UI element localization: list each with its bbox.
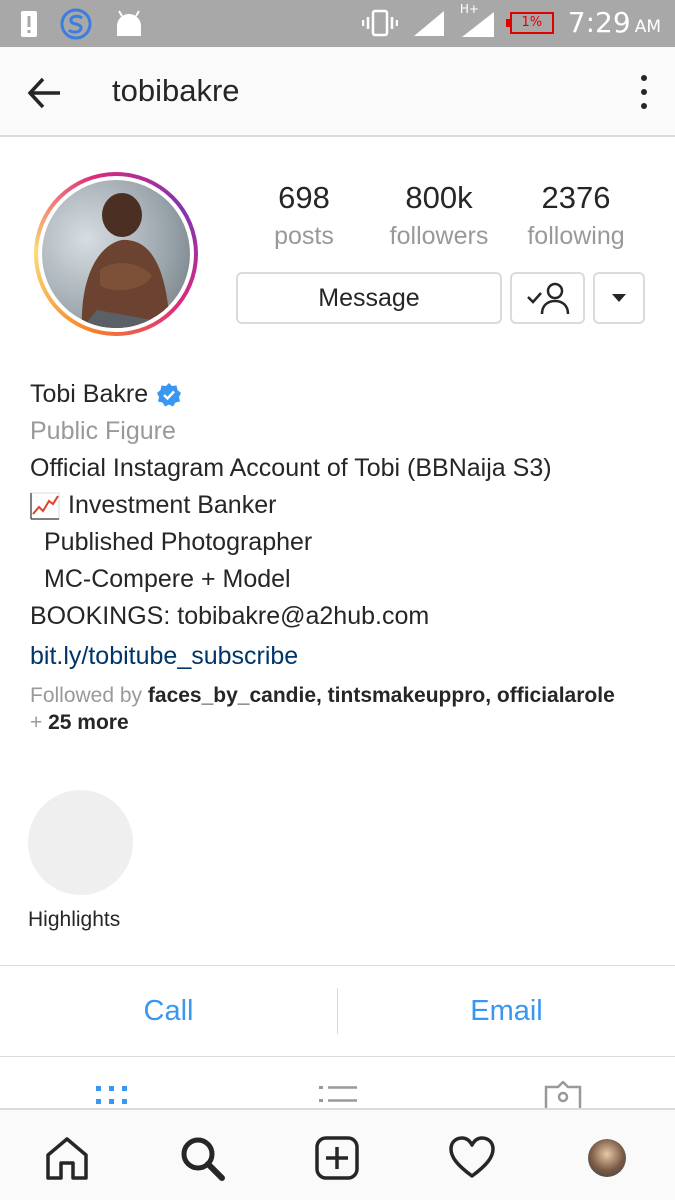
followed-by-separator: , — [485, 684, 497, 707]
stat-followers[interactable]: 800k followers — [369, 180, 509, 251]
call-button[interactable]: Call — [0, 966, 337, 1056]
alert-icon — [21, 11, 37, 37]
android-icon — [117, 10, 141, 36]
signal-icon — [413, 10, 444, 36]
profile-bio: Tobi Bakre Public Figure Official Instag… — [30, 376, 552, 675]
bio-line-5: BOOKINGS: tobibakre@a2hub.com — [30, 602, 430, 630]
home-icon — [46, 1137, 88, 1180]
following-label: following — [527, 222, 625, 250]
followed-by-plus: + — [30, 711, 49, 734]
avatar-illustration — [81, 193, 170, 328]
more-dot — [641, 103, 647, 109]
nav-add-post-button[interactable] — [313, 1134, 361, 1182]
followers-count: 800k — [405, 180, 473, 215]
back-button[interactable] — [26, 73, 66, 113]
avatar-inner-ring — [38, 176, 194, 332]
status-bar-right-icons: H+ 1% 7:29 AM — [361, 2, 661, 39]
contact-bar: Call Email — [0, 965, 675, 1057]
tagged-icon — [544, 1080, 582, 1110]
search-icon — [181, 1137, 225, 1181]
call-button-label: Call — [143, 994, 194, 1027]
following-button[interactable] — [510, 272, 585, 324]
profile-full-name: Tobi Bakre — [30, 380, 149, 408]
following-check-icon — [526, 282, 569, 315]
highlights-label: Highlights — [28, 908, 121, 931]
profile-username: tobibakre — [112, 73, 240, 108]
nav-home-button[interactable] — [43, 1134, 91, 1182]
followers-label: followers — [389, 222, 489, 250]
chevron-down-icon — [612, 294, 626, 302]
clock: 7:29 AM — [568, 6, 661, 39]
arrow-left-icon — [27, 77, 60, 109]
bio-line-3: Published Photographer — [44, 528, 313, 556]
list-icon — [319, 1086, 357, 1102]
battery-level: 1% — [521, 15, 543, 30]
followed-by-more: 25 more — [48, 711, 129, 734]
bio-line-2-row: Investment Banker — [30, 487, 552, 524]
nav-activity-button[interactable] — [448, 1134, 496, 1182]
heart-icon — [449, 1136, 495, 1178]
profile-view-tabs — [0, 1057, 675, 1110]
battery-indicator: 1% — [505, 11, 554, 34]
bio-line-2: Investment Banker — [68, 491, 277, 519]
network-type-icon: H+ — [460, 2, 496, 38]
more-vertical-icon — [641, 75, 647, 81]
clock-ampm: AM — [634, 17, 661, 37]
email-button-label: Email — [470, 994, 543, 1027]
profile-avatar[interactable] — [34, 172, 198, 336]
posts-label: posts — [274, 222, 334, 250]
followed-by-user-3: officialarole — [496, 684, 615, 707]
status-bar: H+ 1% 7:29 AM — [0, 0, 675, 47]
bottom-navigation — [0, 1108, 675, 1200]
message-button[interactable]: Message — [236, 272, 502, 324]
avatar-photo — [42, 180, 190, 328]
vibrate-icon — [361, 9, 398, 36]
profile-name-row: Tobi Bakre — [30, 376, 552, 413]
chart-increasing-icon — [30, 492, 60, 520]
bio-line-1: Official Instagram Account of Tobi (BBNa… — [30, 454, 552, 482]
followed-by-separator: , — [316, 684, 328, 707]
clock-time: 7:29 — [567, 6, 631, 39]
bio-website-link[interactable]: bit.ly/tobitube_subscribe — [30, 638, 552, 675]
posts-count: 698 — [278, 180, 330, 215]
stat-following[interactable]: 2376 following — [506, 180, 646, 251]
stat-posts: 698 posts — [234, 180, 374, 251]
highlight-placeholder[interactable] — [28, 790, 133, 895]
email-button[interactable]: Email — [338, 966, 675, 1056]
nav-profile-button[interactable] — [583, 1134, 631, 1182]
message-button-label: Message — [318, 283, 420, 312]
status-bar-left-icons — [20, 8, 144, 40]
following-count: 2376 — [541, 180, 611, 215]
followed-by-user-2: tintsmakeuppro — [327, 684, 486, 707]
profile-category: Public Figure — [30, 417, 176, 445]
followed-by-text[interactable]: Followed by faces_by_candie, tintsmakeup… — [30, 682, 660, 736]
nav-search-button[interactable] — [178, 1134, 226, 1182]
profile-header-bar: tobibakre — [0, 47, 675, 137]
suggestions-dropdown-button[interactable] — [593, 272, 645, 324]
grid-icon — [96, 1086, 127, 1104]
verified-badge-icon — [157, 382, 182, 406]
add-post-icon — [315, 1136, 359, 1180]
app-s-icon — [60, 8, 92, 40]
more-options-button[interactable] — [639, 75, 649, 109]
nav-profile-avatar — [588, 1139, 626, 1177]
network-type-label: H+ — [459, 1, 479, 16]
followed-by-user-1: faces_by_candie — [147, 684, 316, 707]
more-dot — [641, 89, 647, 95]
tab-tagged[interactable] — [543, 1080, 583, 1110]
tab-grid[interactable] — [95, 1085, 129, 1110]
followed-by-prefix: Followed by — [30, 684, 148, 707]
bio-line-4: MC-Compere + Model — [44, 565, 291, 593]
tab-list[interactable] — [318, 1085, 358, 1110]
